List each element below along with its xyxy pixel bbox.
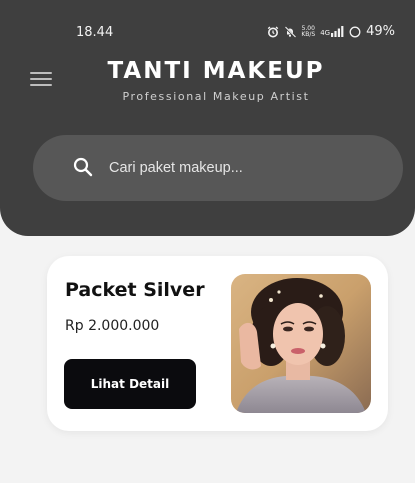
package-photo[interactable] <box>231 274 371 413</box>
view-detail-button[interactable]: Lihat Detail <box>64 359 196 409</box>
battery-icon <box>349 26 361 38</box>
package-price: Rp 2.000.000 <box>65 318 160 334</box>
network-label: 4G <box>320 29 331 37</box>
alarm-icon <box>267 25 279 38</box>
status-icons: 5.00 KB/S 4G 49% <box>267 24 395 39</box>
brand-subtitle: Professional Makeup Artist <box>122 90 310 103</box>
net-speed: 5.00 KB/S <box>301 25 316 38</box>
battery-level: 49% <box>366 24 395 39</box>
search-icon <box>73 157 93 182</box>
status-time: 18.44 <box>76 25 114 40</box>
network-indicator: 4G <box>320 26 344 37</box>
package-card[interactable]: Packet Silver Rp 2.000.000 Lihat Detail <box>47 256 388 431</box>
header: 18.44 5.00 KB/S 4G 49% TANTI MAKEUP Prof… <box>0 0 415 236</box>
package-name: Packet Silver <box>65 279 205 301</box>
brand-title: TANTI MAKEUP <box>107 58 325 84</box>
search-input[interactable] <box>109 153 379 183</box>
notifications-muted-icon <box>284 25 297 38</box>
status-bar: 18.44 5.00 KB/S 4G 49% <box>0 22 415 42</box>
net-speed-unit: KB/S <box>301 30 316 38</box>
search-bar[interactable] <box>33 135 403 201</box>
signal-icon <box>331 26 344 37</box>
app-screen: 18.44 5.00 KB/S 4G 49% TANTI MAKEUP Prof… <box>0 0 415 483</box>
